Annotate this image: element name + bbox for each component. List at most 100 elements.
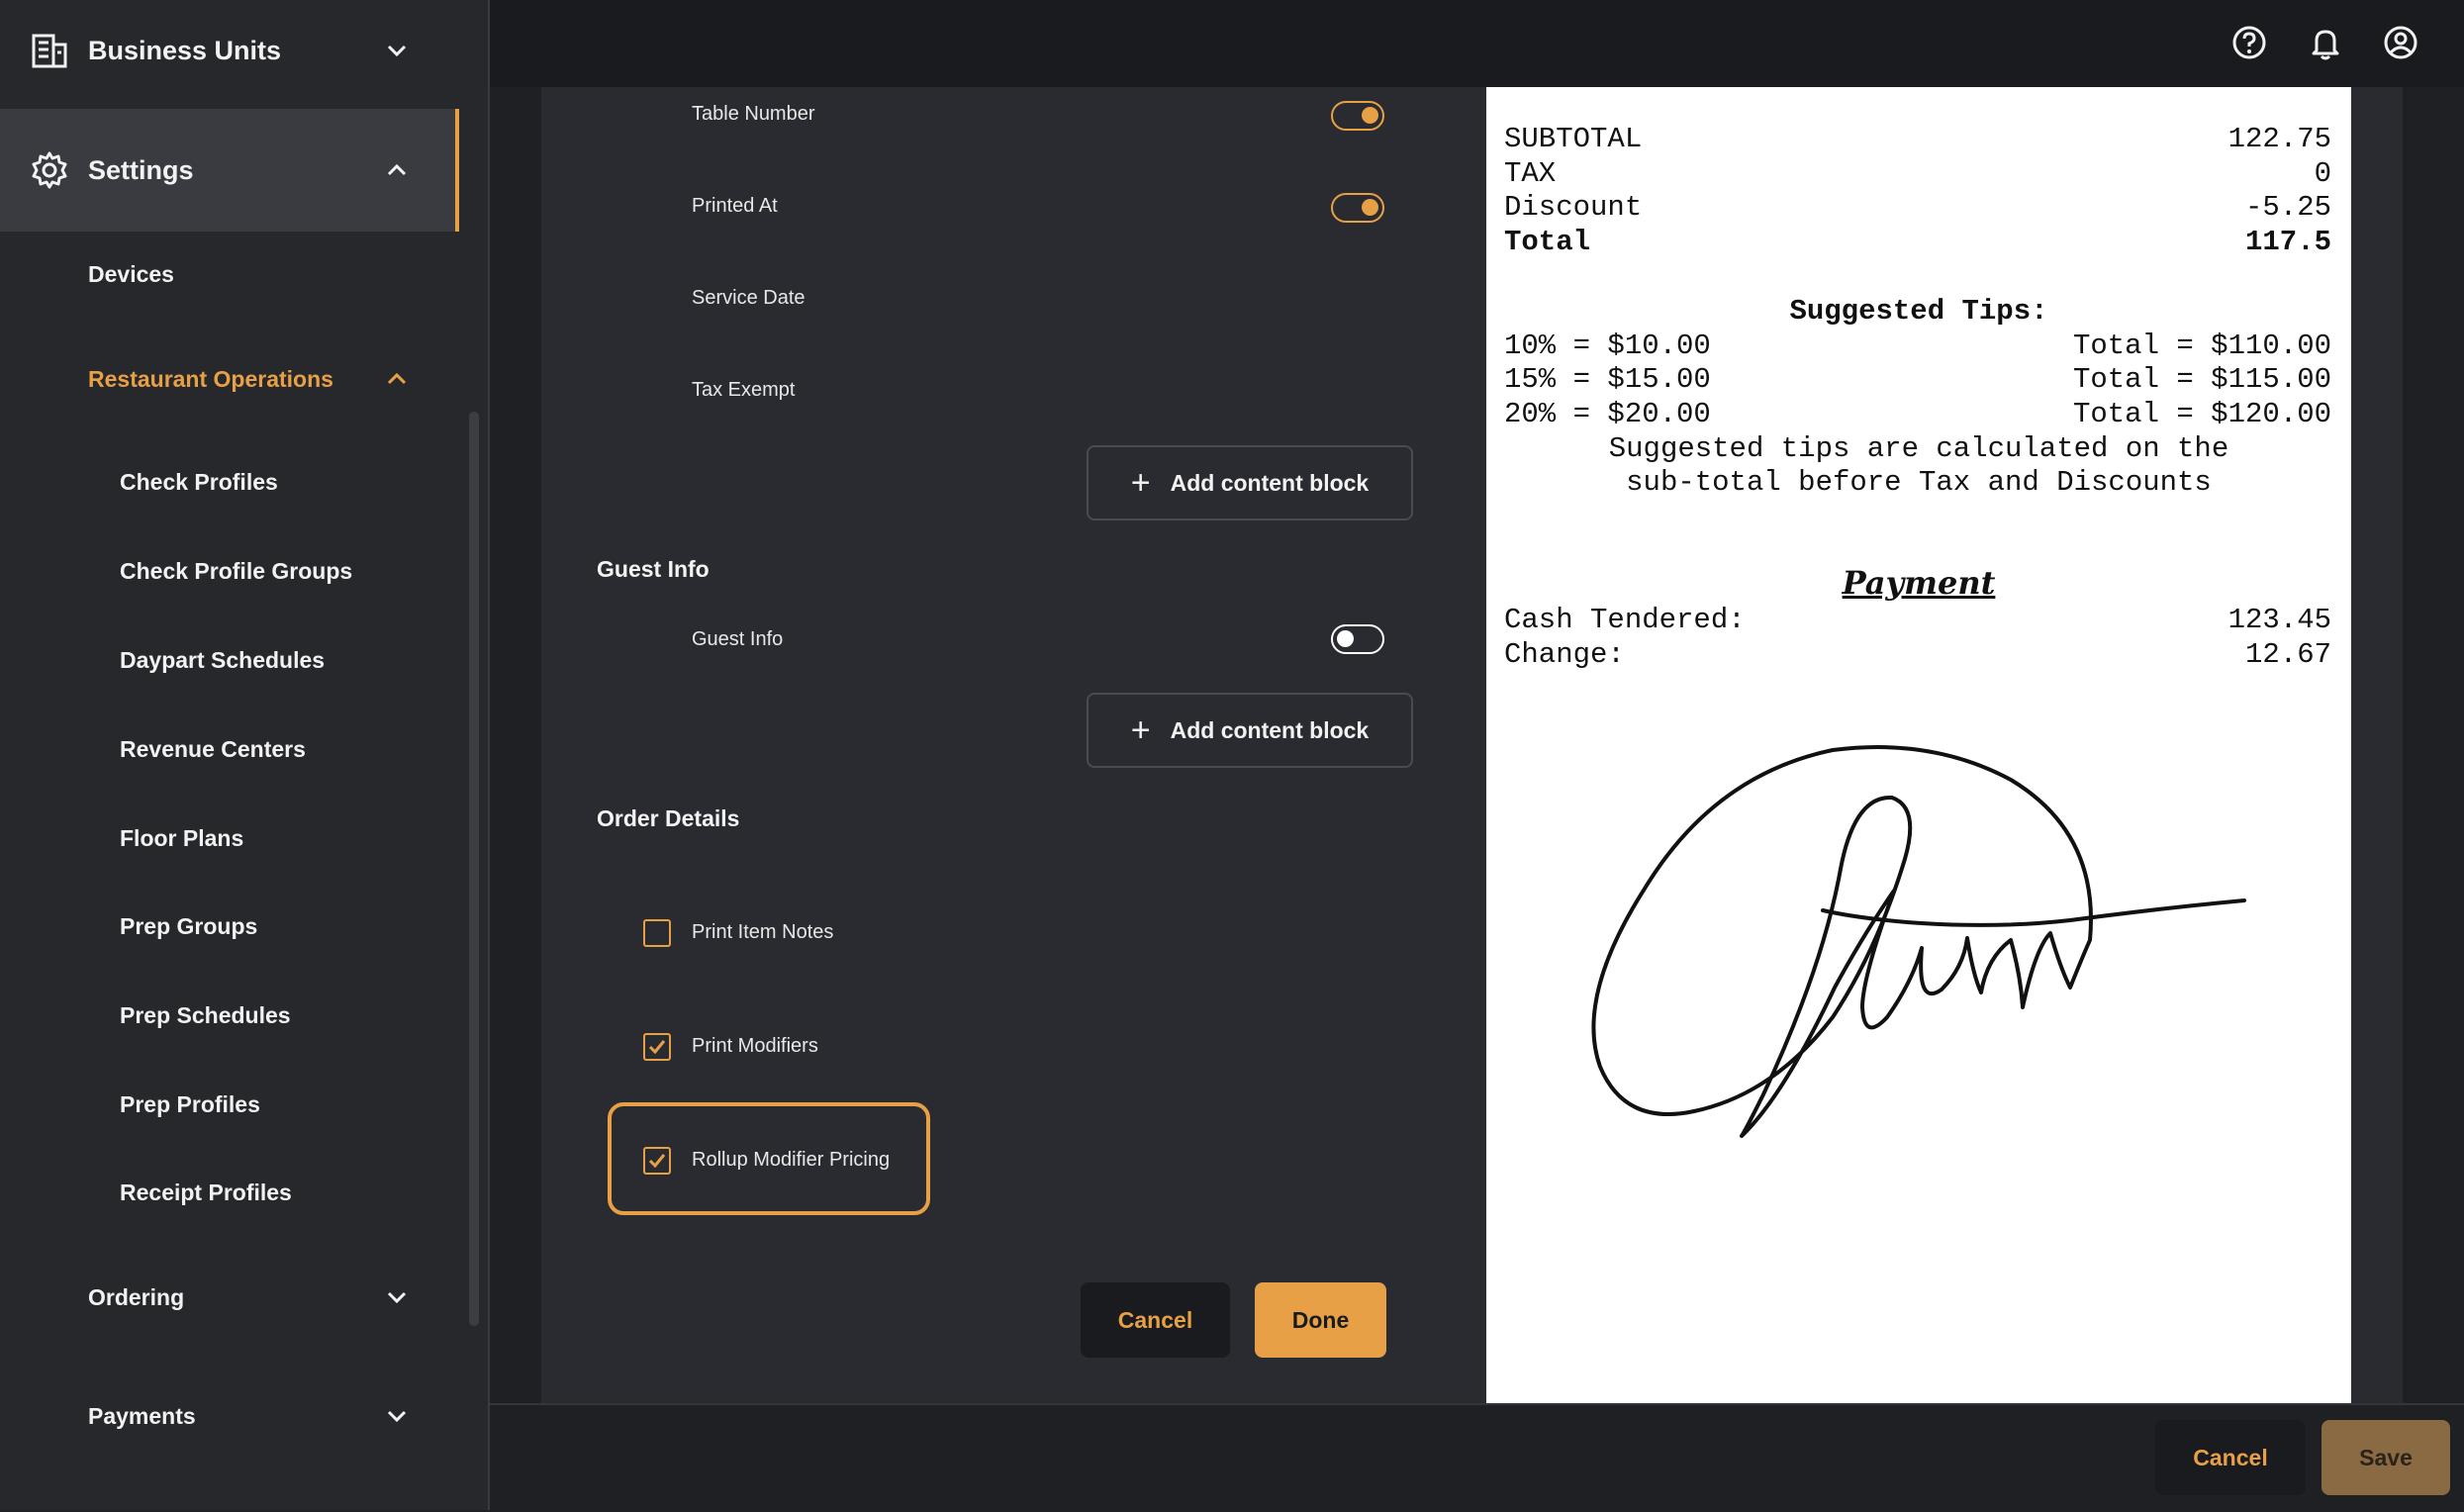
add-content-block-button[interactable]: + Add content block [1087, 445, 1413, 520]
receipt-preview: SUBTOTAL 122.75 TAX 0 Discount -5.25 Total 1… [1486, 87, 2351, 1403]
discount-label: Discount [1504, 191, 1643, 224]
done-button[interactable]: Done [1255, 1282, 1386, 1358]
tax-value: 0 [2314, 157, 2331, 190]
field-label-guest-info: Guest Info [692, 628, 784, 650]
change-label: Change: [1504, 638, 1625, 671]
sidebar-item-devices[interactable]: Devices [0, 249, 465, 299]
ordering-label: Ordering [88, 1283, 185, 1310]
table-number-toggle[interactable] [1331, 101, 1384, 131]
tip-percentage: 10% = $10.00 [1504, 330, 1711, 362]
building-icon [32, 34, 67, 68]
print-item-notes-checkbox[interactable] [643, 919, 671, 947]
sidebar-item-label: Prep Schedules [120, 1001, 291, 1028]
tip-row: 15% = $15.00 Total = $115.00 [1504, 363, 2331, 396]
field-label-tax-exempt: Tax Exempt [692, 379, 796, 401]
checkbox-label-print-modifiers: Print Modifiers [692, 1035, 818, 1057]
field-label-table-number: Table Number [692, 103, 815, 125]
cash-tendered-value: 123.45 [2227, 604, 2331, 636]
discount-value: -5.25 [2244, 191, 2331, 224]
devices-label: Devices [88, 260, 174, 287]
section-title-guest-info: Guest Info [597, 556, 710, 582]
chevron-down-icon [387, 1291, 407, 1304]
bell-icon[interactable] [2307, 24, 2344, 61]
gear-icon [32, 151, 67, 189]
check-icon [648, 1154, 666, 1169]
tip-row: 10% = $10.00 Total = $110.00 [1504, 330, 2331, 362]
sidebar-item-label: Check Profile Groups [120, 557, 353, 584]
tips-note-line-1: Suggested tips are calculated on the [1608, 432, 2229, 465]
sidebar-item-ordering[interactable]: Ordering [0, 1273, 465, 1322]
sidebar-item-prep-profiles[interactable]: Prep Profiles [0, 1080, 465, 1129]
subtotal-value: 122.75 [2227, 123, 2331, 155]
change-value: 12.67 [2244, 638, 2331, 671]
subtotal-label: SUBTOTAL [1504, 123, 1643, 155]
sidebar-item-revenue-centers[interactable]: Revenue Centers [0, 724, 465, 774]
tip-percentage: 20% = $20.00 [1504, 398, 1711, 430]
sidebar: Business Units Settings Devices Restaura… [0, 0, 490, 1510]
user-account-icon[interactable] [2382, 24, 2419, 61]
print-modifiers-checkbox[interactable] [643, 1033, 671, 1061]
sidebar-item-payments[interactable]: Payments [0, 1391, 465, 1441]
restaurant-operations-label: Restaurant Operations [88, 365, 333, 392]
tip-row: 20% = $20.00 Total = $120.00 [1504, 398, 2331, 430]
sidebar-item-check-profile-groups[interactable]: Check Profile Groups [0, 546, 465, 596]
payments-label: Payments [88, 1402, 196, 1429]
field-label-printed-at: Printed At [692, 195, 778, 217]
section-title-order-details: Order Details [597, 805, 740, 831]
top-bar [490, 0, 2464, 87]
total-value: 117.5 [2244, 226, 2331, 258]
guest-info-toggle[interactable] [1331, 624, 1384, 654]
cancel-button[interactable]: Cancel [2155, 1420, 2306, 1495]
sidebar-item-label: Revenue Centers [120, 735, 306, 762]
receipt-change-row: Change: 12.67 [1504, 638, 2331, 671]
receipt-tax-row: TAX 0 [1504, 157, 2331, 190]
chevron-down-icon [387, 1410, 407, 1423]
help-icon[interactable] [2230, 24, 2268, 61]
tip-total: Total = $110.00 [2072, 330, 2331, 362]
sidebar-item-floor-plans[interactable]: Floor Plans [0, 813, 465, 863]
sidebar-item-label: Receipt Profiles [120, 1179, 292, 1205]
chevron-down-icon [387, 45, 407, 57]
receipt-discount-row: Discount -5.25 [1504, 191, 2331, 224]
sidebar-item-prep-schedules[interactable]: Prep Schedules [0, 991, 465, 1040]
chevron-up-icon [387, 163, 407, 176]
sidebar-item-daypart-schedules[interactable]: Daypart Schedules [0, 635, 465, 685]
editor-cancel-button[interactable]: Cancel [1081, 1282, 1230, 1358]
sidebar-item-check-profiles[interactable]: Check Profiles [0, 457, 465, 507]
rollup-modifier-pricing-checkbox[interactable] [643, 1147, 671, 1175]
sidebar-item-receipt-profiles[interactable]: Receipt Profiles [0, 1168, 465, 1217]
plus-icon: + [1130, 464, 1151, 502]
sidebar-item-restaurant-operations[interactable]: Restaurant Operations [0, 354, 465, 404]
printed-at-toggle[interactable] [1331, 193, 1384, 223]
sidebar-scrollbar[interactable] [469, 412, 479, 1326]
settings-label: Settings [88, 154, 194, 185]
tips-note-line-2: sub-total before Tax and Discounts [1626, 466, 2212, 499]
signature-image [1591, 745, 2246, 1138]
sidebar-item-label: Check Profiles [120, 468, 278, 495]
cash-tendered-label: Cash Tendered: [1504, 604, 1746, 636]
suggested-tips-title: Suggested Tips: [1789, 295, 2048, 328]
tax-label: TAX [1504, 157, 1557, 190]
tip-total: Total = $120.00 [2072, 398, 2331, 430]
sidebar-item-business-units[interactable]: Business Units [0, 0, 465, 101]
add-content-block-button[interactable]: + Add content block [1087, 693, 1413, 768]
payment-title: Payment [1842, 564, 1996, 602]
sidebar-item-label: Floor Plans [120, 824, 244, 851]
receipt-total-row: Total 117.5 [1504, 226, 2331, 258]
chevron-up-icon [387, 372, 407, 385]
sidebar-item-label: Daypart Schedules [120, 646, 326, 673]
sidebar-item-label: Prep Profiles [120, 1090, 260, 1117]
tip-percentage: 15% = $15.00 [1504, 363, 1711, 396]
field-label-service-date: Service Date [692, 287, 806, 309]
receipt-subtotal-row: SUBTOTAL 122.75 [1504, 123, 2331, 155]
sidebar-item-prep-groups[interactable]: Prep Groups [0, 901, 465, 951]
checkbox-label-print-item-notes: Print Item Notes [692, 921, 834, 943]
check-icon [648, 1040, 666, 1055]
tip-total: Total = $115.00 [2072, 363, 2331, 396]
add-content-block-label: Add content block [1170, 716, 1370, 743]
business-units-label: Business Units [88, 35, 282, 65]
save-button[interactable]: Save [2322, 1420, 2450, 1495]
sidebar-item-settings[interactable]: Settings [0, 109, 459, 232]
add-content-block-label: Add content block [1170, 469, 1370, 496]
plus-icon: + [1130, 711, 1151, 749]
